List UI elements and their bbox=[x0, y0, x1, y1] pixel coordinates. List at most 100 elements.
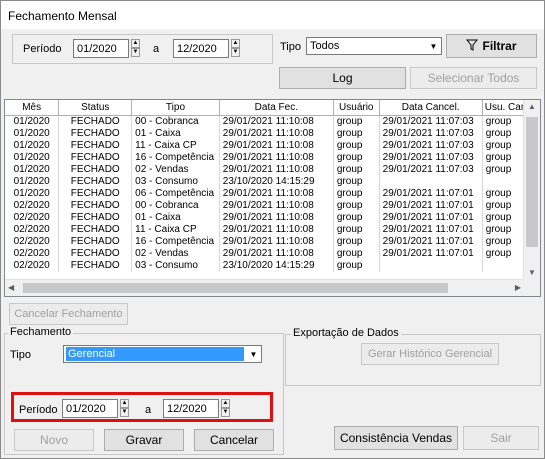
horizontal-scrollbar[interactable]: ◀ ▶ bbox=[5, 279, 524, 296]
cancel-button[interactable]: Cancelar bbox=[194, 429, 274, 451]
table-cell: 29/01/2021 11:10:08 bbox=[219, 212, 334, 224]
scroll-left-icon[interactable]: ◀ bbox=[8, 283, 14, 292]
vertical-scroll-thumb[interactable] bbox=[526, 117, 538, 247]
exit-button[interactable]: Sair bbox=[463, 426, 539, 450]
filter-from-input[interactable]: 01/2020 bbox=[73, 39, 129, 58]
log-button[interactable]: Log bbox=[279, 67, 406, 89]
table-cell: 01/2020 bbox=[5, 115, 60, 128]
filter-to-input[interactable]: 12/2020 bbox=[173, 39, 229, 58]
closing-grid[interactable]: Mês Status Tipo Data Fec. Usuário Data Cancel… bbox=[4, 99, 541, 297]
table-cell: group bbox=[333, 224, 380, 236]
table-cell: 02 - Vendas bbox=[131, 248, 220, 260]
filter-type-select[interactable]: Todos bbox=[306, 37, 442, 55]
table-cell: 29/01/2021 11:10:08 bbox=[219, 128, 334, 140]
table-cell: 29/01/2021 11:10:08 bbox=[219, 140, 334, 152]
chevron-down-icon[interactable]: ▼ bbox=[426, 38, 441, 54]
filter-button[interactable]: Filtrar bbox=[446, 34, 537, 58]
table-row[interactable]: 01/2020 FECHADO 03 - Consumo 23/10/2020 14:… bbox=[5, 176, 540, 188]
filter-type-label: Tipo bbox=[280, 41, 301, 53]
sales-consistency-button[interactable]: Consistência Vendas bbox=[334, 426, 458, 450]
table-cell: 02/2020 bbox=[5, 212, 60, 224]
column-header[interactable]: Data Cancel. bbox=[379, 100, 483, 116]
table-row[interactable]: 02/2020 FECHADO 02 - Vendas 29/01/2021 11:1… bbox=[5, 248, 540, 260]
new-button[interactable]: Novo bbox=[14, 429, 94, 451]
table-row[interactable]: 02/2020 FECHADO 11 - Caixa CP 29/01/2021 11… bbox=[5, 224, 540, 236]
table-cell: 23/10/2020 14:15:29 bbox=[219, 176, 334, 188]
table-cell: FECHADO bbox=[58, 200, 133, 212]
closing-from-spinner[interactable]: ▲ ▼ bbox=[120, 399, 129, 417]
table-row[interactable]: 01/2020 FECHADO 11 - Caixa CP 29/01/2021 11… bbox=[5, 140, 540, 152]
table-cell: 02/2020 bbox=[5, 260, 60, 272]
table-row[interactable]: 02/2020 FECHADO 01 - Caixa 29/01/2021 11:10… bbox=[5, 212, 540, 224]
scroll-down-icon[interactable]: ▼ bbox=[528, 268, 536, 277]
closing-to-input[interactable]: 12/2020 bbox=[163, 399, 219, 418]
table-cell: 02 - Vendas bbox=[131, 164, 220, 176]
cancel-closing-button-label: Cancelar Fechamento bbox=[14, 308, 123, 320]
filter-to-spinner[interactable]: ▲ ▼ bbox=[231, 39, 240, 57]
save-button[interactable]: Gravar bbox=[104, 429, 184, 451]
table-cell: FECHADO bbox=[58, 164, 133, 176]
table-row[interactable]: 01/2020 FECHADO 00 - Cobranca 29/01/2021 11… bbox=[5, 115, 540, 128]
table-cell: FECHADO bbox=[58, 212, 133, 224]
chevron-down-icon[interactable]: ▼ bbox=[246, 346, 261, 362]
table-cell bbox=[379, 260, 483, 272]
cancel-closing-button[interactable]: Cancelar Fechamento bbox=[9, 303, 128, 325]
table-cell: 01 - Caixa bbox=[131, 128, 220, 140]
filter-type-value: Todos bbox=[310, 40, 340, 52]
table-cell bbox=[379, 176, 483, 188]
generate-history-button[interactable]: Gerar Histórico Gerencial bbox=[361, 343, 499, 365]
table-cell: group bbox=[333, 164, 380, 176]
table-cell: FECHADO bbox=[58, 115, 133, 128]
table-cell: FECHADO bbox=[58, 248, 133, 260]
table-cell: group bbox=[333, 140, 380, 152]
column-header[interactable]: Mês bbox=[5, 100, 60, 116]
table-cell: 02/2020 bbox=[5, 236, 60, 248]
select-all-button[interactable]: Selecionar Todos bbox=[410, 67, 537, 89]
closing-table: Mês Status Tipo Data Fec. Usuário Data Cancel… bbox=[5, 100, 540, 272]
table-cell: 29/01/2021 11:10:08 bbox=[219, 188, 334, 200]
table-row[interactable]: 01/2020 FECHADO 01 - Caixa 29/01/2021 11:10… bbox=[5, 128, 540, 140]
table-row[interactable]: 02/2020 FECHADO 00 - Cobranca 29/01/2021 11… bbox=[5, 200, 540, 212]
table-cell: 11 - Caixa CP bbox=[131, 140, 220, 152]
table-cell: 01/2020 bbox=[5, 164, 60, 176]
table-cell: 01/2020 bbox=[5, 128, 60, 140]
closing-to-spinner[interactable]: ▲ ▼ bbox=[221, 399, 230, 417]
closing-from-input[interactable]: 01/2020 bbox=[62, 399, 118, 418]
column-header[interactable]: Status bbox=[58, 100, 133, 116]
table-cell: 29/01/2021 11:07:03 bbox=[379, 140, 483, 152]
table-cell: 01/2020 bbox=[5, 140, 60, 152]
table-cell: 29/01/2021 11:07:01 bbox=[379, 248, 483, 260]
new-button-label: Novo bbox=[39, 433, 68, 447]
table-cell: 01/2020 bbox=[5, 176, 60, 188]
table-cell: group bbox=[333, 248, 380, 260]
log-button-label: Log bbox=[332, 71, 353, 85]
scroll-up-icon[interactable]: ▲ bbox=[528, 102, 536, 111]
table-row[interactable]: 01/2020 FECHADO 06 - Competência 29/01/2021… bbox=[5, 188, 540, 200]
column-header[interactable]: Usuário bbox=[333, 100, 380, 116]
table-cell: 29/01/2021 11:07:03 bbox=[379, 164, 483, 176]
table-row[interactable]: 02/2020 FECHADO 16 - Competência 29/01/2021… bbox=[5, 236, 540, 248]
closing-period-label: Período bbox=[19, 404, 58, 416]
table-cell: 29/01/2021 11:07:01 bbox=[379, 236, 483, 248]
table-cell: 29/01/2021 11:07:03 bbox=[379, 152, 483, 164]
filter-to-label: a bbox=[153, 43, 160, 55]
table-cell: 29/01/2021 11:07:01 bbox=[379, 224, 483, 236]
table-cell: 23/10/2020 14:15:29 bbox=[219, 260, 334, 272]
closing-type-select[interactable]: Gerencial bbox=[63, 345, 262, 363]
table-row[interactable]: 02/2020 FECHADO 03 - Consumo 23/10/2020 14:… bbox=[5, 260, 540, 272]
table-row[interactable]: 01/2020 FECHADO 16 - Competência 29/01/2021… bbox=[5, 152, 540, 164]
table-cell: group bbox=[333, 260, 380, 272]
table-row[interactable]: 01/2020 FECHADO 02 - Vendas 29/01/2021 11:1… bbox=[5, 164, 540, 176]
filter-from-spinner[interactable]: ▲ ▼ bbox=[131, 39, 140, 57]
scroll-right-icon[interactable]: ▶ bbox=[515, 283, 521, 292]
column-header[interactable]: Tipo bbox=[131, 100, 220, 116]
scroll-corner bbox=[523, 279, 540, 296]
save-button-label: Gravar bbox=[125, 433, 163, 447]
vertical-scrollbar[interactable]: ▲ ▼ bbox=[523, 100, 540, 280]
column-header[interactable]: Data Fec. bbox=[219, 100, 334, 116]
table-cell: group bbox=[333, 236, 380, 248]
table-cell: 29/01/2021 11:10:08 bbox=[219, 164, 334, 176]
horizontal-scroll-thumb[interactable] bbox=[23, 283, 448, 293]
funnel-icon bbox=[466, 39, 479, 54]
window-title: Fechamento Mensal bbox=[8, 9, 117, 23]
